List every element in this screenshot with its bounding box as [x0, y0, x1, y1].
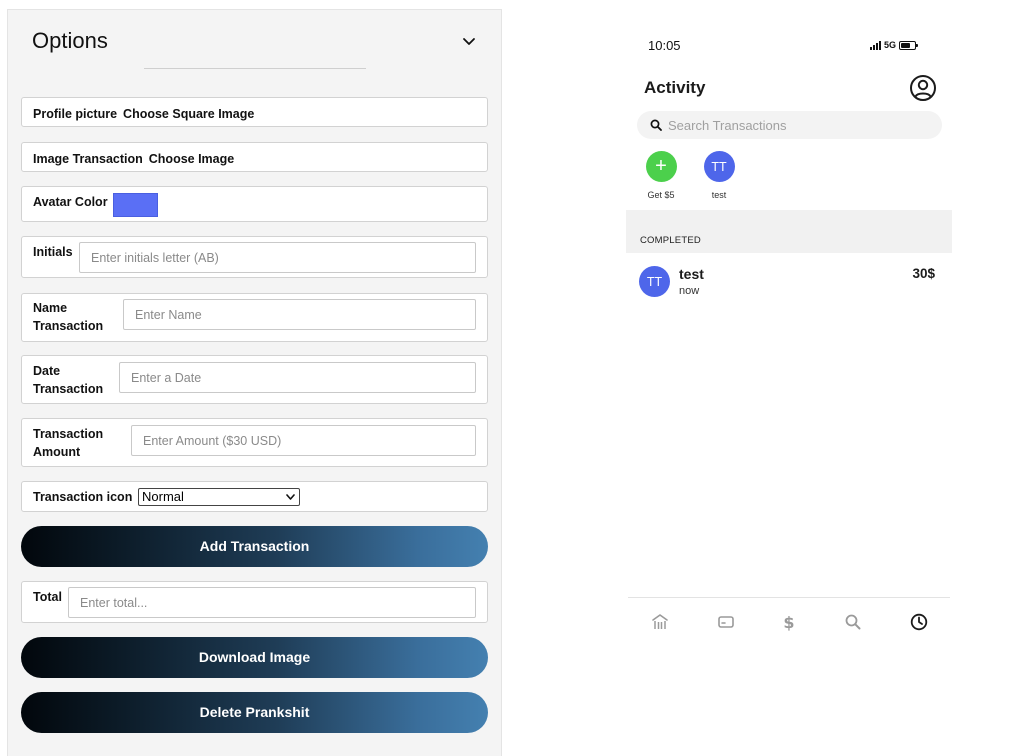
- profile-picture-label: Profile picture: [33, 107, 118, 121]
- options-header[interactable]: Options: [8, 10, 501, 80]
- total-input[interactable]: [68, 587, 476, 618]
- options-panel: Options Profile picture Choose Square Ima…: [7, 9, 502, 756]
- transaction-amount-row: Transaction Amount: [21, 418, 488, 467]
- phone-preview: 10:05 5G Activity + Get $5 TT test COMPL…: [626, 22, 952, 642]
- status-time: 10:05: [648, 38, 681, 53]
- avatar-color-picker[interactable]: [113, 193, 158, 217]
- avatar-color-row: Avatar Color: [21, 186, 488, 222]
- initials-label: Initials: [33, 245, 73, 259]
- search-icon: [650, 119, 662, 131]
- transaction-icon-label: Transaction icon: [33, 490, 133, 504]
- contact-name: Get $5: [647, 190, 675, 200]
- initials-row: Initials: [21, 236, 488, 278]
- image-transaction-row: Image Transaction Choose Image: [21, 142, 488, 172]
- add-transaction-button[interactable]: Add Transaction: [21, 526, 488, 567]
- transaction-amount-label-line2: Amount: [33, 445, 81, 459]
- transaction-amount-label-line1: Transaction: [33, 427, 104, 441]
- total-label: Total: [33, 590, 62, 604]
- search-nav-icon[interactable]: [843, 612, 863, 632]
- search-input[interactable]: [668, 111, 928, 139]
- home-icon[interactable]: [650, 612, 670, 632]
- bottom-nav-divider: [628, 597, 950, 598]
- avatar-color-label: Avatar Color: [33, 195, 108, 209]
- total-row: Total: [21, 581, 488, 623]
- transaction-name: test: [679, 266, 704, 282]
- profile-icon[interactable]: [909, 74, 937, 102]
- name-transaction-row: Name Transaction: [21, 293, 488, 342]
- chevron-down-icon[interactable]: [461, 34, 477, 50]
- network-type: 5G: [884, 40, 897, 50]
- transaction-icon-selected: Normal: [142, 489, 184, 504]
- status-indicators: 5G: [870, 39, 919, 51]
- choose-image-button[interactable]: Choose Image: [149, 152, 234, 166]
- card-icon[interactable]: [716, 612, 736, 632]
- completed-label: COMPLETED: [640, 235, 701, 246]
- plus-icon: +: [645, 151, 677, 182]
- signal-icon: [870, 40, 881, 50]
- contact-name: test: [711, 190, 727, 200]
- activity-title: Activity: [644, 78, 706, 97]
- choose-square-image-button[interactable]: Choose Square Image: [123, 107, 254, 121]
- contact-avatar: TT: [703, 151, 735, 182]
- name-input[interactable]: [123, 299, 476, 330]
- date-transaction-row: Date Transaction: [21, 355, 488, 404]
- header-divider: [144, 68, 366, 69]
- contact-get-5[interactable]: + Get $5: [637, 151, 685, 200]
- initials-input[interactable]: [79, 242, 476, 273]
- profile-picture-row: Profile picture Choose Square Image: [21, 97, 488, 127]
- name-transaction-label-line1: Name: [33, 301, 68, 315]
- name-transaction-label-line2: Transaction: [33, 319, 104, 333]
- search-bar[interactable]: [637, 111, 942, 139]
- clock-icon[interactable]: [909, 612, 929, 632]
- transaction-avatar: TT: [639, 266, 670, 297]
- completed-section: COMPLETED: [626, 210, 952, 253]
- contact-test[interactable]: TT test: [695, 151, 743, 200]
- transaction-amount: 30$: [912, 266, 935, 281]
- date-transaction-label-line2: Transaction: [33, 382, 104, 396]
- date-input[interactable]: [119, 362, 476, 393]
- select-chevron-icon: [286, 494, 295, 500]
- delete-prankshit-button[interactable]: Delete Prankshit: [21, 692, 488, 733]
- options-title: Options: [32, 28, 108, 53]
- transaction-icon-row: Transaction icon Normal: [21, 481, 488, 512]
- transaction-icon-select[interactable]: Normal: [138, 488, 300, 506]
- transaction-row[interactable]: TT test now 30$: [626, 262, 952, 306]
- amount-input[interactable]: [131, 425, 476, 456]
- transaction-time: now: [679, 285, 700, 297]
- download-image-button[interactable]: Download Image: [21, 637, 488, 678]
- svg-text:$: $: [783, 613, 794, 632]
- date-transaction-label-line1: Date: [33, 364, 61, 378]
- battery-icon: [899, 40, 919, 50]
- dollar-icon[interactable]: $: [779, 612, 799, 632]
- image-transaction-label: Image Transaction: [33, 152, 143, 166]
